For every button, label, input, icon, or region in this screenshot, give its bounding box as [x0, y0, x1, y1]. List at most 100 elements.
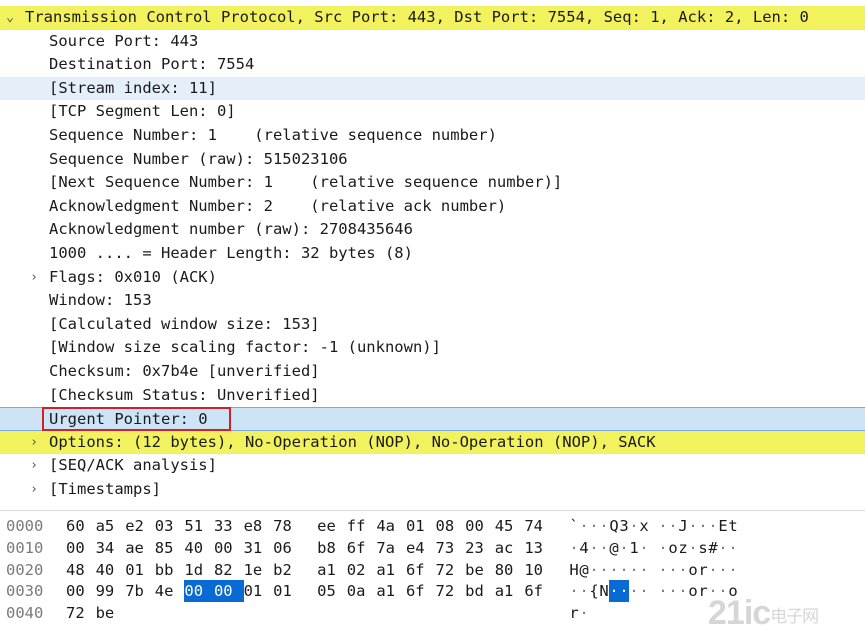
hex-byte[interactable]: b2 [273, 559, 295, 581]
ascii-char[interactable]: · [609, 580, 619, 603]
tree-row[interactable]: Destination Port: 7554 [0, 53, 865, 77]
hex-byte[interactable]: be [465, 559, 487, 581]
chevron-right-icon[interactable]: › [27, 431, 41, 455]
ascii-char[interactable]: · [668, 515, 678, 537]
hex-byte[interactable]: e8 [244, 515, 266, 537]
hex-byte[interactable]: 74 [524, 515, 546, 537]
hex-byte[interactable]: a5 [96, 515, 118, 537]
hex-byte[interactable]: 7b [125, 580, 147, 602]
ascii-char[interactable]: · [609, 559, 619, 581]
ascii-char[interactable]: · [639, 537, 649, 559]
ascii-char[interactable]: · [678, 580, 688, 602]
hex-byte[interactable]: 7a [376, 537, 398, 559]
ascii-char[interactable]: E [718, 515, 728, 537]
hex-byte[interactable]: 23 [465, 537, 487, 559]
hex-byte[interactable]: 82 [214, 559, 236, 581]
ascii-char[interactable]: · [658, 559, 668, 581]
hex-byte[interactable]: be [96, 602, 118, 624]
ascii-char[interactable]: 4 [579, 537, 589, 559]
ascii-char[interactable]: · [629, 580, 639, 602]
ascii-char[interactable]: · [569, 580, 579, 602]
hex-byte[interactable]: 01 [273, 580, 295, 602]
tree-row[interactable]: › [Timestamps] [0, 478, 865, 502]
chevron-right-icon[interactable]: › [27, 266, 41, 290]
hex-row[interactable]: 0020 48 40 01 bb 1d 82 1e b2 a1 02 a1 6f 72 be 80 10 H@··… [0, 559, 865, 581]
ascii-char[interactable]: r [698, 580, 708, 602]
ascii-char[interactable]: H [569, 559, 579, 581]
hex-byte[interactable]: 0a [347, 580, 369, 602]
ascii-char[interactable]: · [658, 515, 668, 537]
hex-byte[interactable]: ac [495, 537, 517, 559]
ascii-char[interactable]: · [599, 559, 609, 581]
hex-row[interactable]: 0010 00 34 ae 85 40 00 31 06 b8 6f 7a e4 73 23 ac 13·4··… [0, 537, 865, 559]
hex-byte[interactable]: bd [465, 580, 487, 602]
hex-byte[interactable]: 6f [406, 559, 428, 581]
hex-byte[interactable]: 6f [524, 580, 546, 602]
hex-byte[interactable]: 99 [96, 580, 118, 602]
hex-byte[interactable]: ae [125, 537, 147, 559]
ascii-char[interactable]: · [639, 559, 649, 581]
hex-byte[interactable]: 1e [244, 559, 266, 581]
tree-row[interactable]: [Calculated window size: 153] [0, 313, 865, 337]
ascii-char[interactable]: N [599, 580, 609, 602]
hex-byte[interactable]: 01 [406, 515, 428, 537]
ascii-char[interactable]: # [708, 537, 718, 559]
ascii-char[interactable]: ` [569, 515, 579, 537]
ascii-char[interactable]: · [708, 559, 718, 581]
ascii-char[interactable]: · [658, 537, 668, 559]
hex-byte[interactable]: 72 [66, 602, 88, 624]
ascii-char[interactable]: · [718, 537, 728, 559]
tree-row[interactable]: Checksum: 0x7b4e [unverified] [0, 360, 865, 384]
ascii-char[interactable]: · [668, 559, 678, 581]
ascii-char[interactable]: · [619, 537, 629, 559]
hex-byte[interactable]: 72 [436, 580, 458, 602]
ascii-char[interactable]: · [599, 515, 609, 537]
hex-byte[interactable]: 01 [125, 559, 147, 581]
hex-byte[interactable]: 06 [273, 537, 295, 559]
hex-byte[interactable]: 4a [376, 515, 398, 537]
ascii-char[interactable]: o [668, 537, 678, 559]
ascii-char[interactable]: s [698, 537, 708, 559]
tree-row[interactable]: [Window size scaling factor: -1 (unknown… [0, 336, 865, 360]
ascii-char[interactable]: t [728, 515, 738, 537]
tree-row[interactable]: [Stream index: 11] [0, 76, 865, 101]
hex-byte[interactable]: 72 [436, 559, 458, 581]
ascii-char[interactable]: 3 [619, 515, 629, 537]
tree-row[interactable]: Acknowledgment number (raw): 2708435646 [0, 218, 865, 242]
ascii-char[interactable]: · [698, 515, 708, 537]
ascii-char[interactable]: · [629, 559, 639, 581]
hex-byte[interactable]: 03 [155, 515, 177, 537]
ascii-char[interactable]: o [688, 559, 698, 581]
hex-byte[interactable]: 45 [495, 515, 517, 537]
hex-byte[interactable]: 00 [465, 515, 487, 537]
ascii-char[interactable]: · [678, 559, 688, 581]
hex-byte[interactable]: 48 [66, 559, 88, 581]
tree-row[interactable]: Window: 153 [0, 289, 865, 313]
tree-row[interactable]: [Checksum Status: Unverified] [0, 384, 865, 408]
ascii-char[interactable]: o [688, 580, 698, 602]
tree-row[interactable]: › Options: (12 bytes), No-Operation (NOP)… [0, 430, 865, 455]
hex-byte[interactable]: a1 [376, 580, 398, 602]
hex-byte[interactable]: 00 [184, 580, 214, 603]
ascii-char[interactable]: · [569, 537, 579, 559]
ascii-char[interactable]: · [599, 537, 609, 559]
hex-byte[interactable]: e4 [406, 537, 428, 559]
ascii-char[interactable]: r [569, 602, 579, 624]
hex-byte[interactable]: a1 [495, 580, 517, 602]
hex-byte[interactable]: ee [317, 515, 339, 537]
hex-byte[interactable]: 40 [96, 559, 118, 581]
hex-byte[interactable]: 78 [273, 515, 295, 537]
hex-byte[interactable]: 00 [214, 537, 236, 559]
ascii-char[interactable]: · [589, 537, 599, 559]
ascii-char[interactable]: · [728, 537, 738, 559]
hex-byte[interactable]: 33 [214, 515, 236, 537]
ascii-char[interactable]: x [639, 515, 649, 537]
hex-byte[interactable]: 05 [317, 580, 339, 602]
hex-byte[interactable]: 13 [524, 537, 546, 559]
ascii-char[interactable]: · [688, 515, 698, 537]
ascii-char[interactable]: · [619, 580, 629, 603]
hex-byte[interactable]: b8 [317, 537, 339, 559]
hex-byte[interactable]: 51 [184, 515, 206, 537]
hex-byte[interactable]: 08 [436, 515, 458, 537]
ascii-char[interactable]: · [658, 580, 668, 602]
